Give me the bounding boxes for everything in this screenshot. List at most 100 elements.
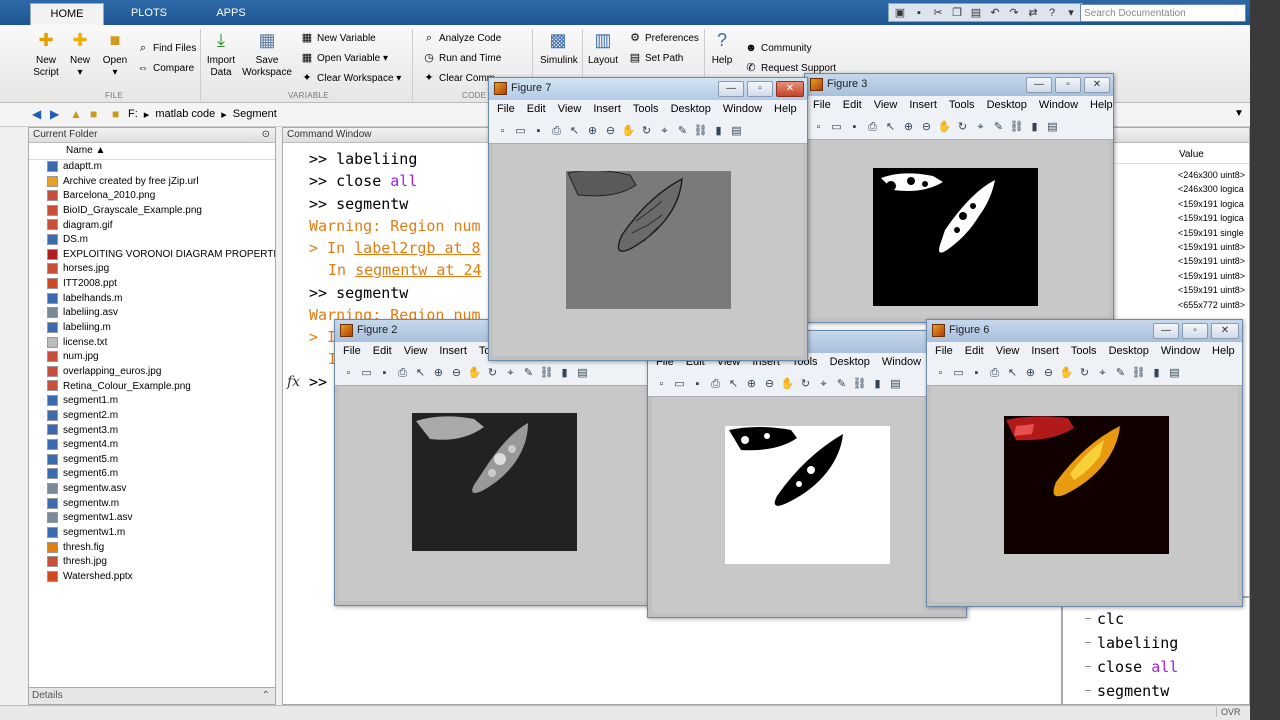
new-figure-icon[interactable]: ▫: [811, 120, 826, 135]
open-file-icon[interactable]: ▭: [829, 120, 844, 135]
file-list-item[interactable]: segment6.m: [29, 467, 275, 482]
edit-plot-icon[interactable]: ↖: [567, 124, 582, 139]
figure-menu-item[interactable]: Window: [1039, 96, 1078, 116]
save-icon[interactable]: ▪: [690, 377, 705, 392]
dropdown-icon[interactable]: ▾: [1063, 5, 1079, 21]
help-icon[interactable]: ?: [1044, 5, 1060, 21]
copy-icon[interactable]: ❐: [949, 5, 965, 21]
open-file-icon[interactable]: ▭: [513, 124, 528, 139]
workspace-value-cell[interactable]: <159x191 uint8>: [1178, 256, 1245, 266]
minimize-button[interactable]: —: [1026, 77, 1052, 93]
file-list-item[interactable]: adaptt.m: [29, 160, 275, 175]
layout-button[interactable]: ▥ Layout: [588, 29, 618, 67]
new-figure-icon[interactable]: ▫: [933, 366, 948, 381]
maximize-button[interactable]: ▫: [747, 81, 773, 97]
link-icon[interactable]: ⛓: [693, 124, 708, 139]
open-button[interactable]: ■ Open ▾: [100, 29, 130, 79]
zoom-in-icon[interactable]: ⊕: [1023, 366, 1038, 381]
preferences-button[interactable]: ⚙ Preferences: [628, 30, 699, 46]
insert-colorbar-icon[interactable]: ▮: [557, 366, 572, 381]
zoom-out-icon[interactable]: ⊖: [1041, 366, 1056, 381]
warning-link[interactable]: label2rgb at 8: [354, 239, 480, 257]
file-list-item[interactable]: segment4.m: [29, 438, 275, 453]
insert-legend-icon[interactable]: ▤: [1167, 366, 1182, 381]
figure-menu-item[interactable]: View: [874, 96, 898, 116]
file-list-item[interactable]: segmentw1.m: [29, 526, 275, 541]
file-list-item[interactable]: segment1.m: [29, 394, 275, 409]
file-list-item[interactable]: segmentw1.asv: [29, 511, 275, 526]
file-list-item[interactable]: Retina_Colour_Example.png: [29, 380, 275, 395]
new-figure-icon[interactable]: ▫: [654, 377, 669, 392]
workspace-value-cell[interactable]: <246x300 logica: [1178, 184, 1244, 194]
figure-menu-item[interactable]: Insert: [1031, 342, 1059, 362]
file-list-item[interactable]: thresh.fig: [29, 541, 275, 556]
search-documentation-input[interactable]: [1080, 4, 1246, 22]
file-list-item[interactable]: Archive created by free jZip.url: [29, 175, 275, 190]
brush-icon[interactable]: ✎: [1113, 366, 1128, 381]
new-figure-icon[interactable]: ▫: [341, 366, 356, 381]
tab-home[interactable]: HOME: [30, 3, 104, 25]
up-folder-icon[interactable]: ▲: [70, 107, 82, 121]
file-list-item[interactable]: num.jpg: [29, 350, 275, 365]
zoom-in-icon[interactable]: ⊕: [744, 377, 759, 392]
rotate-icon[interactable]: ↻: [639, 124, 654, 139]
figure-title-bar[interactable]: Figure 6 — ▫ ✕: [927, 320, 1242, 342]
file-list-item[interactable]: EXPLOITING VORONOI DIAGRAM PROPERTI...: [29, 248, 275, 263]
tab-plots[interactable]: PLOTS: [112, 3, 186, 25]
import-data-button[interactable]: ⤓ Import Data: [204, 29, 238, 79]
data-cursor-icon[interactable]: ⌖: [816, 377, 831, 392]
open-variable-button[interactable]: ▦ Open Variable ▾: [300, 50, 388, 66]
tab-apps[interactable]: APPS: [194, 3, 268, 25]
figure-menu-item[interactable]: Edit: [527, 100, 546, 120]
save-icon[interactable]: ▪: [911, 5, 927, 21]
link-icon[interactable]: ⛓: [1009, 120, 1024, 135]
set-path-button[interactable]: ▤ Set Path: [628, 50, 684, 66]
figure-menu-item[interactable]: File: [813, 96, 831, 116]
figure-binary-window[interactable]: FileEditViewInsertToolsDesktopWindowHelp…: [647, 330, 967, 618]
clear-commands-button[interactable]: ✦ Clear Comm: [422, 70, 495, 86]
new-variable-button[interactable]: ▦ New Variable: [300, 30, 376, 46]
figure-menu-item[interactable]: Window: [723, 100, 762, 120]
workspace-value-cell[interactable]: <655x772 uint8>: [1178, 300, 1245, 310]
community-button[interactable]: ☻ Community: [744, 40, 811, 56]
brush-icon[interactable]: ✎: [991, 120, 1006, 135]
open-file-icon[interactable]: ▭: [672, 377, 687, 392]
insert-legend-icon[interactable]: ▤: [575, 366, 590, 381]
data-cursor-icon[interactable]: ⌖: [657, 124, 672, 139]
open-file-icon[interactable]: ▭: [359, 366, 374, 381]
minimize-button[interactable]: —: [718, 81, 744, 97]
history-entry[interactable]: segmentw: [1085, 682, 1169, 700]
panel-menu-icon[interactable]: ⊙: [262, 128, 270, 142]
figure-menu-item[interactable]: Tools: [633, 100, 659, 120]
undo-icon[interactable]: ↶: [987, 5, 1003, 21]
file-list-item[interactable]: segment2.m: [29, 409, 275, 424]
file-list-item[interactable]: thresh.jpg: [29, 555, 275, 570]
workspace-value-cell[interactable]: <159x191 logica: [1178, 199, 1244, 209]
help-button[interactable]: ? Help: [708, 29, 736, 67]
layout-icon[interactable]: ▣: [892, 5, 908, 21]
insert-colorbar-icon[interactable]: ▮: [1027, 120, 1042, 135]
insert-legend-icon[interactable]: ▤: [729, 124, 744, 139]
file-list-item[interactable]: segment5.m: [29, 453, 275, 468]
print-icon[interactable]: ⎙: [987, 366, 1002, 381]
value-column-header[interactable]: Value: [1179, 149, 1204, 160]
warning-link[interactable]: segmentw at 24: [355, 261, 481, 279]
insert-legend-icon[interactable]: ▤: [888, 377, 903, 392]
back-icon[interactable]: ◀: [32, 107, 41, 121]
figure-menu-item[interactable]: Desktop: [830, 353, 870, 373]
figure-menu-item[interactable]: File: [935, 342, 953, 362]
file-list-item[interactable]: diagram.gif: [29, 219, 275, 234]
link-icon[interactable]: ⛓: [539, 366, 554, 381]
file-list-item[interactable]: segmentw.asv: [29, 482, 275, 497]
rotate-icon[interactable]: ↻: [1077, 366, 1092, 381]
brush-icon[interactable]: ✎: [834, 377, 849, 392]
zoom-out-icon[interactable]: ⊖: [603, 124, 618, 139]
analyze-code-button[interactable]: ⌕ Analyze Code: [422, 30, 501, 46]
workspace-value-cell[interactable]: <159x191 single: [1178, 228, 1244, 238]
run-and-time-button[interactable]: ◷ Run and Time: [422, 50, 501, 66]
details-panel[interactable]: Details ⌃: [28, 687, 276, 705]
figure-menu-item[interactable]: Window: [1161, 342, 1200, 362]
data-cursor-icon[interactable]: ⌖: [503, 366, 518, 381]
zoom-out-icon[interactable]: ⊖: [919, 120, 934, 135]
file-list-item[interactable]: license.txt: [29, 336, 275, 351]
